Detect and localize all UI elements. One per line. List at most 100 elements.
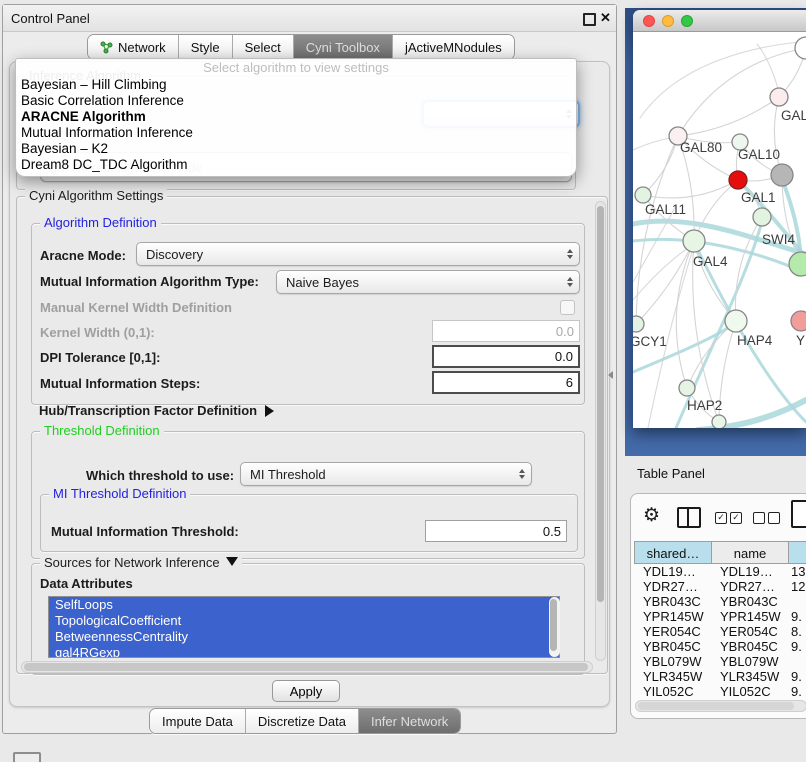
network-node-gcy1[interactable] <box>633 316 644 332</box>
attribute-item-selfloops[interactable]: SelfLoops <box>49 597 559 613</box>
table-cell: 9. <box>788 639 806 654</box>
window-close-button[interactable] <box>643 15 655 27</box>
algorithm-option-basic-correlation-inference[interactable]: Basic Correlation Inference <box>16 93 576 109</box>
data-attributes-list[interactable]: SelfLoopsTopologicalCoefficientBetweenne… <box>48 596 560 658</box>
node-label-gal4: GAL4 <box>693 254 728 269</box>
network-edge <box>636 241 694 324</box>
expand-right-icon <box>265 405 274 417</box>
mi-threshold-field[interactable] <box>425 520 567 542</box>
node-label-gal10: GAL10 <box>738 147 780 162</box>
window-zoom-button[interactable] <box>681 15 693 27</box>
column-header-a[interactable]: A <box>788 541 806 564</box>
attribute-item-betweennesscentrality[interactable]: BetweennessCentrality <box>49 629 559 645</box>
attribute-item-gal4rgexp[interactable]: gal4RGexp <box>49 645 559 658</box>
close-icon[interactable]: ✕ <box>600 10 611 26</box>
which-threshold-label: Which threshold to use: <box>86 468 234 483</box>
network-node-gal11[interactable] <box>635 187 651 203</box>
network-node[interactable] <box>712 415 726 428</box>
float-icon[interactable] <box>583 13 596 26</box>
tab-cyni-toolbox[interactable]: Cyni Toolbox <box>294 35 393 59</box>
tab-discretize-data[interactable]: Discretize Data <box>246 709 359 733</box>
tab-select[interactable]: Select <box>233 35 294 59</box>
dpi-tolerance-field[interactable] <box>432 345 580 368</box>
tab-label: Discretize Data <box>258 714 346 729</box>
table-row[interactable]: YLR345WYLR345W9. <box>634 669 806 684</box>
network-window-titlebar[interactable] <box>633 10 806 32</box>
network-node-swi4[interactable] <box>753 208 771 226</box>
settings-vertical-scrollbar[interactable] <box>595 201 606 661</box>
table-row[interactable]: YIL052CYIL052C9. <box>634 684 806 699</box>
network-node-gal[interactable] <box>770 88 788 106</box>
table-row[interactable]: YBL079WYBL079W <box>634 654 806 669</box>
network-node-hap2[interactable] <box>679 380 695 396</box>
control-panel: Control Panel ✕ NetworkStyleSelectCyni T… <box>2 4 617 734</box>
aracne-mode-combobox[interactable]: Discovery <box>136 242 580 266</box>
network-edge <box>643 136 678 195</box>
apply-button[interactable]: Apply <box>272 680 340 702</box>
algorithm-option-bayesian-hill-climbing[interactable]: Bayesian – Hill Climbing <box>16 77 576 93</box>
minimized-panel-icon[interactable] <box>13 752 41 762</box>
network-node-y[interactable] <box>791 311 806 331</box>
panel-collapse-arrow[interactable] <box>608 371 613 379</box>
select-all-icon[interactable]: ✓ <box>730 512 742 524</box>
dropdown-items: Bayesian – Hill ClimbingBasic Correlatio… <box>16 77 576 173</box>
manual-kernel-checkbox[interactable] <box>560 300 575 315</box>
tab-network[interactable]: Network <box>88 35 179 59</box>
network-node[interactable] <box>795 37 806 59</box>
tab-jactivemnodules[interactable]: jActiveMNodules <box>393 35 514 59</box>
combo-spinner-icon <box>567 249 573 259</box>
gear-icon[interactable]: ⚙ <box>643 504 660 527</box>
network-edge <box>633 138 670 150</box>
attribute-list-scrollbar[interactable] <box>549 597 560 657</box>
network-node-gal1[interactable] <box>729 171 747 189</box>
kernel-width-field[interactable] <box>432 320 580 342</box>
table-panel-title: Table Panel <box>637 466 705 481</box>
deselect-all-icon[interactable] <box>768 512 780 524</box>
deselect-all-icon[interactable] <box>753 512 765 524</box>
table-row[interactable]: YER054CYER054C8. <box>634 624 806 639</box>
settings-horizontal-scrollbar[interactable] <box>21 661 593 673</box>
table-cell: YLR345W <box>711 669 788 684</box>
table-panel: ⚙ ✓ ✓ shared…nameA YDL19…YDL19…13YDR27…Y… <box>630 493 806 719</box>
table-page-icon[interactable] <box>791 500 806 528</box>
window-minimize-button[interactable] <box>662 15 674 27</box>
which-threshold-combobox[interactable]: MI Threshold <box>240 462 532 486</box>
column-header-shared[interactable]: shared… <box>634 541 711 564</box>
network-edge <box>678 97 779 136</box>
algorithm-definition-group: Algorithm Definition Aracne Mode: Discov… <box>31 223 585 405</box>
algorithm-option-aracne-algorithm[interactable]: ARACNE Algorithm <box>16 109 576 125</box>
table-body: YDL19…YDL19…13YDR27…YDR27…12YBR043CYBR04… <box>634 564 806 700</box>
table-row[interactable]: YPR145WYPR145W9. <box>634 609 806 624</box>
select-all-icon[interactable]: ✓ <box>715 512 727 524</box>
algorithm-option-bayesian-k2[interactable]: Bayesian – K2 <box>16 141 576 157</box>
sources-title[interactable]: Sources for Network Inference <box>40 555 242 570</box>
table-row[interactable]: YDL19…YDL19…13 <box>634 564 806 579</box>
table-row[interactable]: YBR045CYBR045C9. <box>634 639 806 654</box>
algorithm-option-dream8-dc-tdc-algorithm[interactable]: Dream8 DC_TDC Algorithm <box>16 157 576 173</box>
algorithm-option-mutual-information-inference[interactable]: Mutual Information Inference <box>16 125 576 141</box>
table-cell: YIL052C <box>634 684 711 699</box>
network-view-frame: GALGAL80GAL10GAL1SWI4GAL11GAL4HAP4YGCY1H… <box>625 8 806 456</box>
combo-spinner-icon <box>567 277 573 287</box>
table-row[interactable]: YBR043CYBR043C <box>634 594 806 609</box>
network-node[interactable] <box>789 252 806 276</box>
network-node-gal4[interactable] <box>683 230 705 252</box>
node-label-gal80: GAL80 <box>680 140 722 155</box>
mi-steps-field[interactable] <box>432 371 580 394</box>
tab-impute-data[interactable]: Impute Data <box>150 709 246 733</box>
hub-definition-toggle[interactable]: Hub/Transcription Factor Definition <box>39 403 274 418</box>
data-attributes-label: Data Attributes <box>40 576 133 591</box>
tab-style[interactable]: Style <box>179 35 233 59</box>
attribute-item-topologicalcoefficient[interactable]: TopologicalCoefficient <box>49 613 559 629</box>
column-header-name[interactable]: name <box>711 541 788 564</box>
network-edge <box>640 42 800 118</box>
table-horizontal-scrollbar[interactable] <box>635 700 806 712</box>
network-node-hap4[interactable] <box>725 310 747 332</box>
mi-algorithm-type-combobox[interactable]: Naive Bayes <box>276 270 580 294</box>
network-node[interactable] <box>771 164 793 186</box>
network-canvas[interactable]: GALGAL80GAL10GAL1SWI4GAL11GAL4HAP4YGCY1H… <box>633 32 806 428</box>
network-edge <box>676 241 694 388</box>
table-row[interactable]: YDR27…YDR27…12 <box>634 579 806 594</box>
tab-infer-network[interactable]: Infer Network <box>359 709 460 733</box>
split-columns-icon[interactable] <box>677 507 701 528</box>
